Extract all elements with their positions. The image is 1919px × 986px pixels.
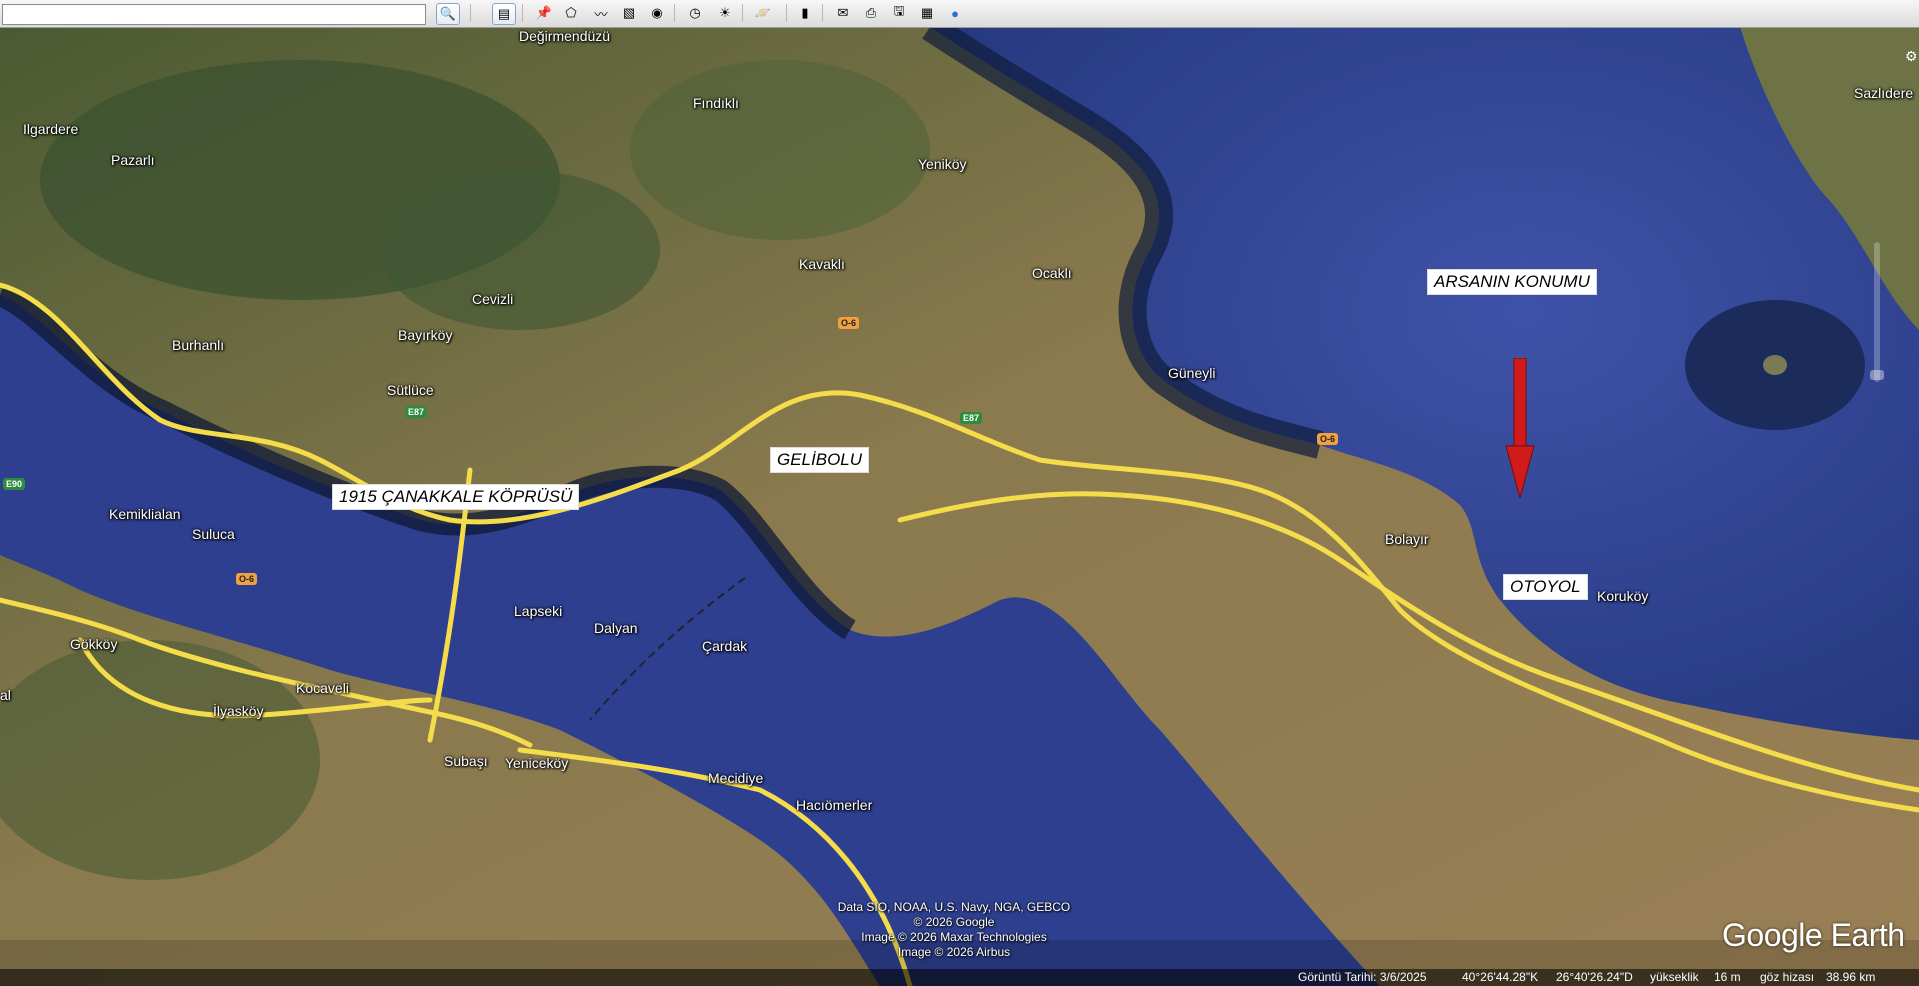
search-input[interactable]	[2, 4, 426, 25]
imagery-date: Görüntü Tarihi: 3/6/2025	[1298, 970, 1427, 984]
place-label[interactable]: Yeniköy	[918, 156, 967, 172]
view-in-maps-button[interactable]: ▦	[916, 3, 938, 23]
ruler-button[interactable]: ▮	[794, 3, 816, 23]
image-overlay-button[interactable]: ▧	[618, 3, 640, 23]
overlay-icon: ▧	[622, 5, 636, 20]
location-arrow-icon	[1505, 358, 1535, 498]
forest-area	[380, 170, 660, 330]
toolbar-separator	[522, 4, 523, 22]
map-view[interactable]: Değirmendüzü Fındıklı Ilgardere Pazarlı …	[0, 27, 1919, 986]
tour-icon: ◉	[651, 5, 663, 20]
place-label[interactable]: Sütlüce	[387, 382, 434, 398]
save-image-icon: 🖫	[893, 3, 905, 18]
place-label[interactable]: Hacıömerler	[796, 797, 872, 813]
place-label[interactable]: Yeniceköy	[505, 755, 568, 771]
sidebar-icon: ▤	[497, 6, 511, 21]
planet-icon: 🪐	[754, 5, 772, 20]
path-icon: 〰	[594, 6, 608, 22]
road-shield-o6: O-6	[838, 317, 860, 329]
place-label[interactable]: Sazlıdere	[1854, 85, 1913, 101]
search-button[interactable]: 🔍	[436, 3, 460, 25]
printer-icon: ⎙	[865, 5, 877, 20]
polygon-icon: ⬠	[565, 5, 577, 20]
toolbar-separator	[470, 4, 471, 22]
place-label[interactable]: Kemiklialan	[109, 506, 181, 522]
highway-label[interactable]: OTOYOL	[1503, 574, 1588, 600]
place-label[interactable]: Güneyli	[1168, 365, 1215, 381]
planets-button[interactable]: 🪐	[752, 3, 774, 23]
print-button[interactable]: ⎙	[860, 3, 882, 23]
add-path-button[interactable]: 〰	[590, 3, 612, 23]
imagery-credits: Data SIO, NOAA, U.S. Navy, NGA, GEBCO © …	[834, 900, 1074, 960]
place-label[interactable]: Lapseki	[514, 603, 562, 619]
place-label[interactable]: Dalyan	[594, 620, 638, 636]
place-label[interactable]: Çardak	[702, 638, 747, 654]
toolbar-separator	[674, 4, 675, 22]
forest-area	[630, 60, 930, 240]
record-tour-button[interactable]: ◉	[646, 3, 668, 23]
credit-line: Image © 2026 Maxar Technologies	[861, 930, 1047, 944]
place-label[interactable]: Ocaklı	[1032, 265, 1072, 281]
pushpin-icon: 📌	[535, 5, 553, 20]
place-label[interactable]: Cevizli	[472, 291, 513, 307]
place-label[interactable]: Fındıklı	[693, 95, 739, 111]
email-button[interactable]: ✉	[832, 3, 854, 23]
island	[1763, 355, 1787, 375]
envelope-icon: ✉	[837, 5, 849, 20]
place-label[interactable]: İlyasköy	[213, 703, 264, 719]
place-label[interactable]: Suluca	[192, 526, 235, 542]
road-shield-e87: E87	[405, 406, 428, 418]
longitude-readout: 26°40'26.24"D	[1556, 970, 1633, 984]
plot-location-label[interactable]: ARSANIN KONUMU	[1427, 269, 1597, 295]
add-placemark-button[interactable]: 📌	[533, 3, 555, 23]
sun-icon: ☀	[719, 5, 731, 20]
place-label[interactable]: Değirmendüzü	[519, 28, 610, 44]
place-label[interactable]: Gökköy	[70, 636, 117, 652]
credit-line: Data SIO, NOAA, U.S. Navy, NGA, GEBCO	[837, 900, 1071, 914]
place-label[interactable]: Bolayır	[1385, 531, 1429, 547]
earth-gallery-button[interactable]: ●	[944, 3, 966, 23]
eye-altitude-label: göz hizası	[1760, 970, 1815, 984]
road-shield-e90: E90	[3, 478, 26, 490]
globe-icon: ●	[951, 5, 959, 21]
place-label[interactable]: al	[0, 687, 11, 703]
credit-line: Image © 2026 Airbus	[897, 945, 1011, 959]
place-label[interactable]: Ilgardere	[23, 121, 78, 137]
latitude-readout: 40°26'44.28"K	[1462, 970, 1539, 984]
place-label[interactable]: Mecidiye	[708, 770, 763, 786]
place-label[interactable]: Koruköy	[1597, 588, 1648, 604]
add-polygon-button[interactable]: ⬠	[560, 3, 582, 23]
zoom-slider[interactable]	[1868, 242, 1886, 392]
historical-imagery-button[interactable]: ◷	[684, 3, 706, 23]
place-label[interactable]: Bayırköy	[398, 327, 452, 343]
place-label[interactable]: Pazarlı	[111, 152, 155, 168]
sunlight-button[interactable]: ☀	[714, 3, 736, 23]
map-icon: ▦	[920, 5, 934, 20]
eye-altitude-value: 38.96 km	[1826, 970, 1876, 984]
status-bar: Görüntü Tarihi: 3/6/2025 40°26'44.28"K 2…	[0, 969, 1919, 986]
sidebar-toggle-button[interactable]: ▤	[492, 3, 516, 25]
save-image-button[interactable]: 🖫	[888, 3, 910, 23]
google-earth-logo: Google Earth	[1722, 917, 1905, 953]
magnifier-icon: 🔍	[439, 6, 457, 21]
place-label[interactable]: Subaşı	[444, 753, 488, 769]
road-shield-e87: E87	[960, 412, 983, 424]
place-label[interactable]: Kocaveli	[296, 680, 349, 696]
place-label[interactable]: Burhanlı	[172, 337, 224, 353]
clock-icon: ◷	[689, 5, 701, 20]
ruler-icon: ▮	[801, 5, 809, 20]
toolbar-separator	[786, 4, 787, 22]
place-label[interactable]: Kavaklı	[799, 256, 845, 272]
gelibolu-label[interactable]: GELİBOLU	[770, 447, 870, 473]
toolbar-separator	[742, 4, 743, 22]
road-shield-o6: O-6	[1317, 433, 1339, 445]
compass-icon[interactable]: ⚙	[1905, 48, 1918, 65]
credit-line: © 2026 Google	[913, 915, 995, 929]
toolbar: 🔍 ▤ 📌 ⬠ 〰 ▧ ◉ ◷ ☀ 🪐 ▮ ✉ ⎙ 🖫 ▦ ●	[0, 0, 1919, 28]
toolbar-separator	[822, 4, 823, 22]
elevation-label: yükseklik	[1650, 970, 1699, 984]
elevation-value: 16 m	[1714, 970, 1741, 984]
bridge-label[interactable]: 1915 ÇANAKKALE KÖPRÜSÜ	[332, 484, 580, 510]
road-shield-o6: O-6	[236, 573, 258, 585]
